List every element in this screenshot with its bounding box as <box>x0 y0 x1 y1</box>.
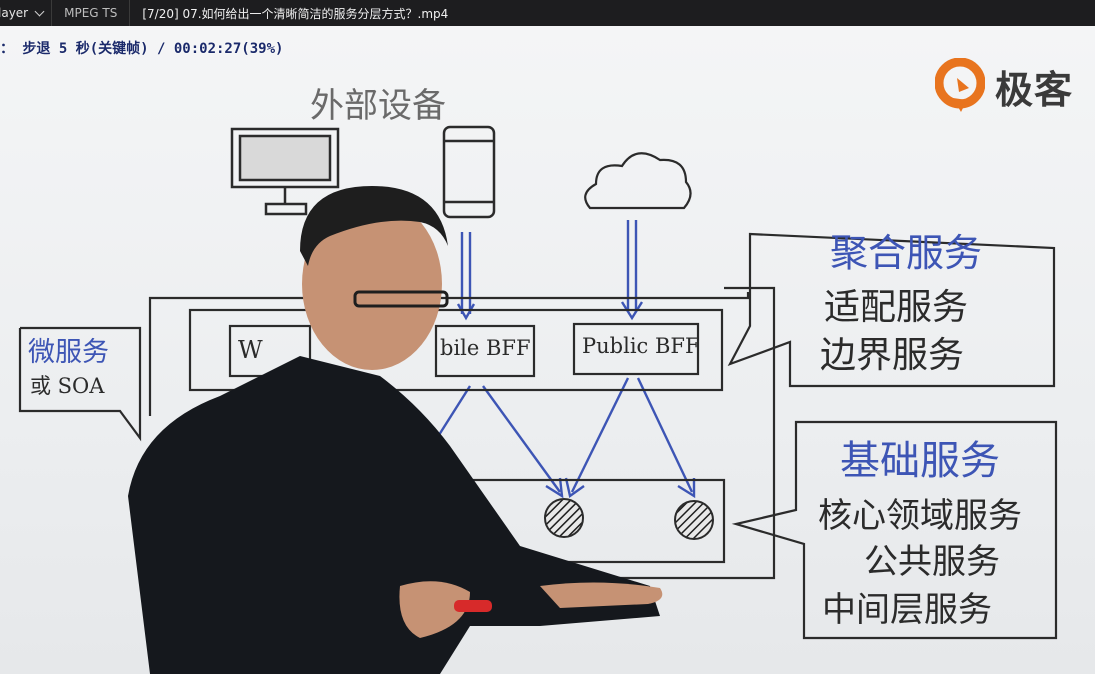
base-title: 基础服务 <box>840 438 1000 484</box>
base-item: 核心领域服务 <box>818 496 1022 536</box>
playback-osd: ： 步退 5 秒(关键帧) / 00:02:27(39%) <box>0 41 284 57</box>
microservice-sub: 或 SOA <box>30 374 105 398</box>
aggregation-item: 边界服务 <box>820 335 965 376</box>
service-node-1 <box>544 498 584 538</box>
aggregation-item: 适配服务 <box>824 287 969 328</box>
geekbang-logo-icon <box>935 58 985 112</box>
chevron-down-icon <box>34 6 45 17</box>
microservice-title: 微服务 <box>28 337 109 368</box>
format-label: MPEG TS <box>52 0 131 26</box>
logo-text: 极客 <box>995 67 1074 112</box>
brand-logo: 极客 <box>935 58 1073 114</box>
base-item: 中间层服务 <box>822 590 992 630</box>
presenter-figure <box>128 186 663 674</box>
service-node-2 <box>674 500 714 540</box>
video-frame[interactable]: ： 步退 5 秒(关键帧) / 00:02:27(39%) 极客 外部设备 微服… <box>0 26 1095 674</box>
aggregation-title: 聚合服务 <box>830 231 983 275</box>
title-bar: layer MPEG TS [7/20] 07.如何给出一个清晰简洁的服务分层方… <box>0 0 1095 26</box>
mobile-bff-label: bile BFF <box>440 336 531 360</box>
base-item: 公共服务 <box>864 542 1000 582</box>
external-devices-label: 外部设备 <box>310 86 446 126</box>
file-title: [7/20] 07.如何给出一个清晰简洁的服务分层方式？.mp4 <box>142 6 449 21</box>
cloud-icon <box>584 152 692 210</box>
public-bff-label: Public BFF <box>582 334 700 358</box>
phone-icon <box>442 125 496 219</box>
app-label: layer <box>0 6 29 20</box>
web-bff-label: W <box>238 336 263 364</box>
app-menu-button[interactable]: layer <box>0 0 53 26</box>
